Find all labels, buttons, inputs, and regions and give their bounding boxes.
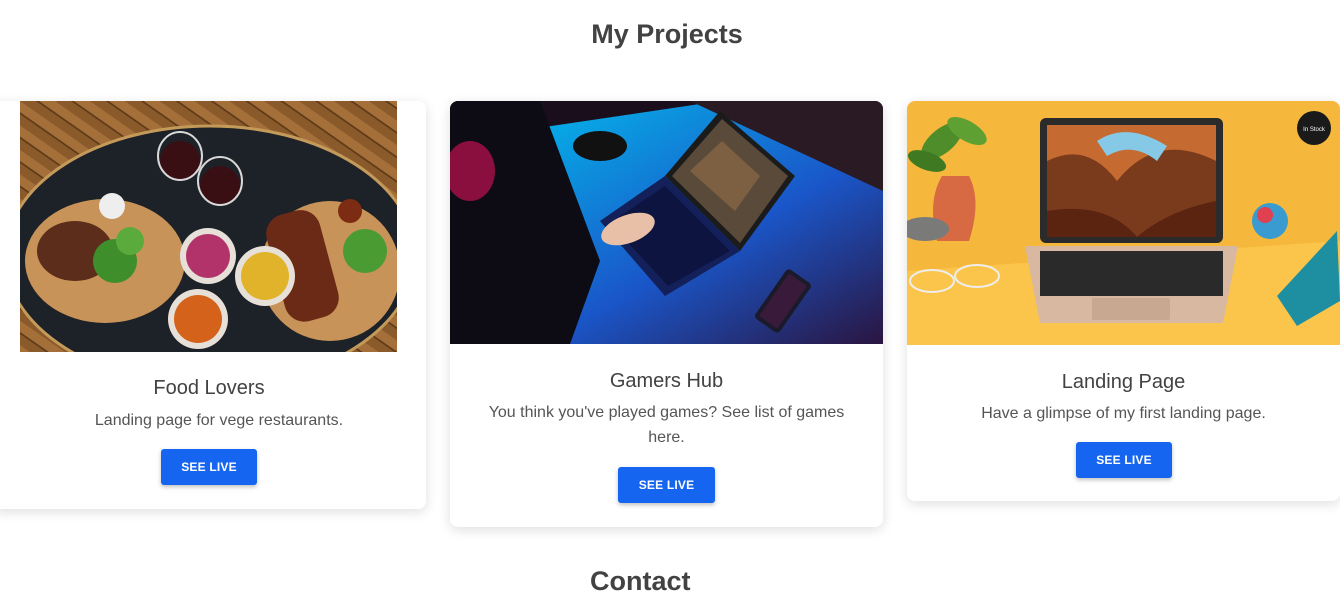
project-title: Food Lovers — [153, 377, 265, 399]
next-section-title: Contact — [590, 566, 691, 596]
section-title: My Projects — [591, 19, 743, 49]
see-live-button[interactable]: SEE LIVE — [1076, 442, 1172, 478]
project-description: You think you've played games? See list … — [470, 400, 863, 450]
project-description: Landing page for vege restaurants. — [94, 412, 344, 429]
food-platter-image — [20, 101, 397, 352]
description-line-2: here. — [648, 429, 685, 446]
gaming-laptop-image — [450, 101, 883, 344]
laptop-desk-image: In Stock — [907, 101, 1340, 345]
project-title: Landing Page — [1061, 371, 1186, 393]
see-live-button[interactable]: SEE LIVE — [618, 467, 715, 503]
project-description: Have a glimpse of my first landing page. — [981, 405, 1266, 422]
project-card-gamers-hub: Gamers Hub You think you've played games… — [450, 101, 883, 527]
description-line-1: You think you've played games? See list … — [488, 404, 845, 421]
in-stock-badge: In Stock — [1303, 127, 1326, 133]
see-live-button[interactable]: SEE LIVE — [161, 449, 257, 485]
project-card-food-lovers: Food Lovers Landing page for vege restau… — [0, 101, 426, 509]
project-card-landing-page: In Stock Landing Page Have a glimpse of … — [907, 101, 1340, 501]
project-title: Gamers Hub — [609, 370, 724, 392]
